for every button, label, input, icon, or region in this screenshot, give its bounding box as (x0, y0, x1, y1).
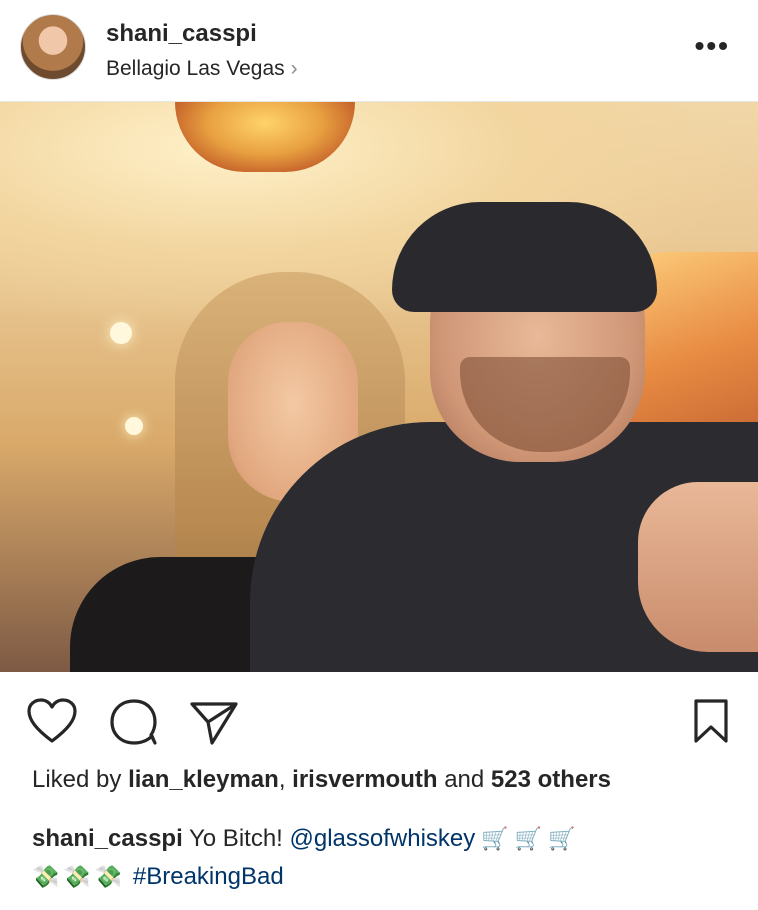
shopping-cart-emoji-icon: 🛒 (548, 826, 576, 851)
user-avatar[interactable] (20, 14, 86, 80)
username[interactable]: shani_casspi (106, 20, 257, 48)
bookmark-icon[interactable] (692, 698, 730, 749)
likes-mid: and (437, 766, 491, 793)
likes-summary[interactable]: Liked by lian_kleyman, irisvermouth and … (32, 766, 758, 794)
paper-plane-icon[interactable] (188, 698, 240, 751)
more-options-icon[interactable]: ••• (695, 30, 730, 62)
chevron-right-icon: › (290, 57, 298, 80)
photo-ceiling-light (125, 417, 143, 435)
photo-man-cap (392, 202, 657, 312)
post-photo[interactable] (0, 102, 758, 672)
comment-icon[interactable] (108, 698, 158, 751)
caption-username[interactable]: shani_casspi (32, 825, 183, 852)
post-header: shani_casspi Bellagio Las Vegas › ••• (0, 0, 758, 102)
caption-mention[interactable]: @glassofwhiskey (290, 825, 476, 852)
likes-prefix: Liked by (32, 766, 129, 793)
money-wings-emoji-icon: 💸 (32, 864, 60, 889)
post-caption: shani_casspi Yo Bitch! @glassofwhiskey 🛒 🛒… (32, 820, 726, 896)
location-text: Bellagio Las Vegas (106, 57, 285, 80)
caption-text: Yo Bitch! (182, 825, 290, 852)
money-wings-emoji-icon: 💸 (94, 864, 123, 889)
heart-icon[interactable] (26, 698, 78, 749)
shopping-cart-emoji-icon: 🛒 (514, 826, 543, 851)
money-wings-emoji-icon: 💸 (63, 864, 91, 889)
shopping-cart-emoji-icon: 🛒 (481, 826, 509, 851)
liker-username[interactable]: lian_kleyman (128, 766, 279, 793)
location-link[interactable]: Bellagio Las Vegas › (106, 57, 298, 81)
photo-ceiling-light (110, 322, 132, 344)
liker-username[interactable]: irisvermouth (292, 766, 437, 793)
photo-hand (638, 482, 758, 652)
action-bar (0, 672, 758, 760)
caption-hashtag[interactable]: #BreakingBad (133, 863, 284, 890)
likes-sep: , (278, 766, 293, 793)
likes-others-count[interactable]: 523 others (491, 766, 611, 793)
